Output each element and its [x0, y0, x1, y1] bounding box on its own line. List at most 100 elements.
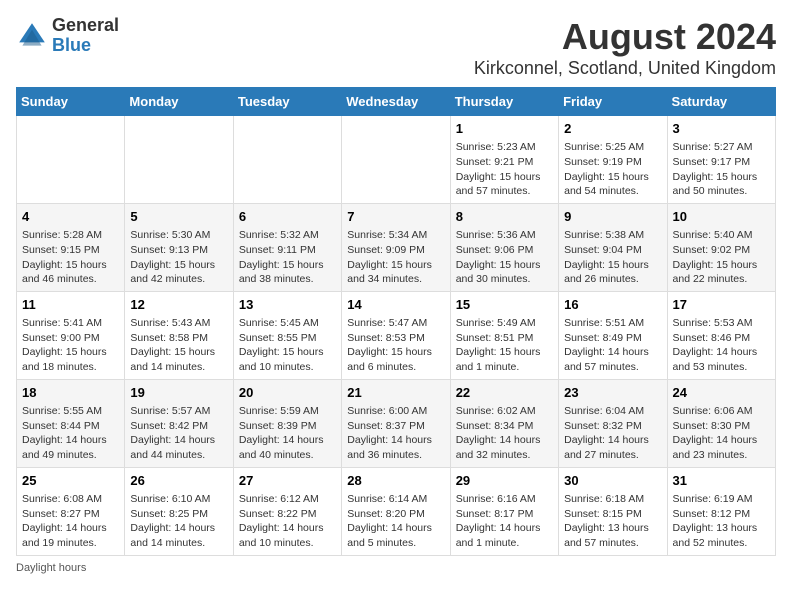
day-number: 24: [673, 384, 770, 402]
calendar-week-row: 11 Sunrise: 5:41 AM Sunset: 9:00 PM Dayli…: [17, 291, 776, 379]
day-info: Sunrise: 5:43 AM Sunset: 8:58 PM Dayligh…: [130, 316, 227, 375]
day-info: Sunrise: 6:19 AM Sunset: 8:12 PM Dayligh…: [673, 492, 770, 551]
calendar-cell: 8Sunrise: 5:36 AM Sunset: 9:06 PM Daylig…: [450, 203, 558, 291]
column-header-tuesday: Tuesday: [233, 88, 341, 116]
calendar-cell: 11 Sunrise: 5:41 AM Sunset: 9:00 PM Dayli…: [17, 291, 125, 379]
column-header-wednesday: Wednesday: [342, 88, 450, 116]
day-number: 30: [564, 472, 661, 490]
calendar-cell: [125, 116, 233, 204]
column-header-friday: Friday: [559, 88, 667, 116]
calendar-week-row: 1 Sunrise: 5:23 AM Sunset: 9:21 PM Daylig…: [17, 116, 776, 204]
calendar-cell: 22 Sunrise: 6:02 AM Sunset: 8:34 PM Dayli…: [450, 379, 558, 467]
day-number: 12: [130, 296, 227, 314]
day-number: 18: [22, 384, 119, 402]
day-info: Sunrise: 5:41 AM Sunset: 9:00 PM Dayligh…: [22, 316, 119, 375]
logo-icon: [16, 20, 48, 52]
calendar-cell: 10 Sunrise: 5:40 AM Sunset: 9:02 PM Dayli…: [667, 203, 775, 291]
calendar-cell: 21Sunrise: 6:00 AM Sunset: 8:37 PM Dayli…: [342, 379, 450, 467]
day-number: 31: [673, 472, 770, 490]
calendar-header-row: SundayMondayTuesdayWednesdayThursdayFrid…: [17, 88, 776, 116]
calendar-cell: 18 Sunrise: 5:55 AM Sunset: 8:44 PM Dayli…: [17, 379, 125, 467]
calendar-cell: 15 Sunrise: 5:49 AM Sunset: 8:51 PM Dayli…: [450, 291, 558, 379]
calendar-cell: 20Sunrise: 5:59 AM Sunset: 8:39 PM Dayli…: [233, 379, 341, 467]
column-header-sunday: Sunday: [17, 88, 125, 116]
calendar-cell: 12 Sunrise: 5:43 AM Sunset: 8:58 PM Dayli…: [125, 291, 233, 379]
day-number: 15: [456, 296, 553, 314]
calendar-cell: 9 Sunrise: 5:38 AM Sunset: 9:04 PM Daylig…: [559, 203, 667, 291]
day-info: Sunrise: 6:02 AM Sunset: 8:34 PM Dayligh…: [456, 404, 553, 463]
page-header: General Blue August 2024 Kirkconnel, Sco…: [16, 16, 776, 79]
day-info: Sunrise: 5:51 AM Sunset: 8:49 PM Dayligh…: [564, 316, 661, 375]
day-number: 21: [347, 384, 444, 402]
column-header-monday: Monday: [125, 88, 233, 116]
calendar-week-row: 25Sunrise: 6:08 AM Sunset: 8:27 PM Dayli…: [17, 467, 776, 555]
day-info: Sunrise: 6:04 AM Sunset: 8:32 PM Dayligh…: [564, 404, 661, 463]
calendar-cell: 14 Sunrise: 5:47 AM Sunset: 8:53 PM Dayli…: [342, 291, 450, 379]
title-block: August 2024 Kirkconnel, Scotland, United…: [474, 16, 776, 79]
calendar-week-row: 4 Sunrise: 5:28 AM Sunset: 9:15 PM Daylig…: [17, 203, 776, 291]
day-number: 19: [130, 384, 227, 402]
logo-text: General Blue: [52, 16, 119, 56]
calendar-cell: 19Sunrise: 5:57 AM Sunset: 8:42 PM Dayli…: [125, 379, 233, 467]
day-info: Sunrise: 5:28 AM Sunset: 9:15 PM Dayligh…: [22, 228, 119, 287]
calendar-cell: 13Sunrise: 5:45 AM Sunset: 8:55 PM Dayli…: [233, 291, 341, 379]
calendar-cell: 30Sunrise: 6:18 AM Sunset: 8:15 PM Dayli…: [559, 467, 667, 555]
day-number: 26: [130, 472, 227, 490]
day-info: Sunrise: 5:23 AM Sunset: 9:21 PM Dayligh…: [456, 140, 553, 199]
day-info: Sunrise: 5:47 AM Sunset: 8:53 PM Dayligh…: [347, 316, 444, 375]
calendar-cell: 28 Sunrise: 6:14 AM Sunset: 8:20 PM Dayli…: [342, 467, 450, 555]
calendar-cell: 3Sunrise: 5:27 AM Sunset: 9:17 PM Daylig…: [667, 116, 775, 204]
calendar-table: SundayMondayTuesdayWednesdayThursdayFrid…: [16, 87, 776, 556]
calendar-cell: 4 Sunrise: 5:28 AM Sunset: 9:15 PM Daylig…: [17, 203, 125, 291]
calendar-subtitle: Kirkconnel, Scotland, United Kingdom: [474, 58, 776, 79]
day-number: 5: [130, 208, 227, 226]
calendar-cell: [342, 116, 450, 204]
calendar-cell: 7Sunrise: 5:34 AM Sunset: 9:09 PM Daylig…: [342, 203, 450, 291]
day-info: Sunrise: 6:10 AM Sunset: 8:25 PM Dayligh…: [130, 492, 227, 551]
day-number: 28: [347, 472, 444, 490]
day-info: Sunrise: 5:53 AM Sunset: 8:46 PM Dayligh…: [673, 316, 770, 375]
calendar-cell: 5 Sunrise: 5:30 AM Sunset: 9:13 PM Daylig…: [125, 203, 233, 291]
day-info: Sunrise: 6:12 AM Sunset: 8:22 PM Dayligh…: [239, 492, 336, 551]
column-header-saturday: Saturday: [667, 88, 775, 116]
day-number: 14: [347, 296, 444, 314]
logo: General Blue: [16, 16, 119, 56]
day-number: 16: [564, 296, 661, 314]
calendar-cell: 17Sunrise: 5:53 AM Sunset: 8:46 PM Dayli…: [667, 291, 775, 379]
day-number: 9: [564, 208, 661, 226]
day-number: 22: [456, 384, 553, 402]
day-info: Sunrise: 5:36 AM Sunset: 9:06 PM Dayligh…: [456, 228, 553, 287]
day-info: Sunrise: 6:16 AM Sunset: 8:17 PM Dayligh…: [456, 492, 553, 551]
calendar-cell: [17, 116, 125, 204]
day-number: 6: [239, 208, 336, 226]
calendar-cell: 2Sunrise: 5:25 AM Sunset: 9:19 PM Daylig…: [559, 116, 667, 204]
day-info: Sunrise: 6:08 AM Sunset: 8:27 PM Dayligh…: [22, 492, 119, 551]
calendar-week-row: 18 Sunrise: 5:55 AM Sunset: 8:44 PM Dayli…: [17, 379, 776, 467]
day-info: Sunrise: 5:59 AM Sunset: 8:39 PM Dayligh…: [239, 404, 336, 463]
day-info: Sunrise: 5:49 AM Sunset: 8:51 PM Dayligh…: [456, 316, 553, 375]
day-info: Sunrise: 5:55 AM Sunset: 8:44 PM Dayligh…: [22, 404, 119, 463]
calendar-cell: 27Sunrise: 6:12 AM Sunset: 8:22 PM Dayli…: [233, 467, 341, 555]
day-info: Sunrise: 5:30 AM Sunset: 9:13 PM Dayligh…: [130, 228, 227, 287]
day-info: Sunrise: 5:38 AM Sunset: 9:04 PM Dayligh…: [564, 228, 661, 287]
calendar-cell: 24 Sunrise: 6:06 AM Sunset: 8:30 PM Dayli…: [667, 379, 775, 467]
calendar-title: August 2024: [474, 16, 776, 58]
day-info: Sunrise: 6:14 AM Sunset: 8:20 PM Dayligh…: [347, 492, 444, 551]
day-number: 4: [22, 208, 119, 226]
day-number: 11: [22, 296, 119, 314]
calendar-cell: 29 Sunrise: 6:16 AM Sunset: 8:17 PM Dayli…: [450, 467, 558, 555]
calendar-cell: 16 Sunrise: 5:51 AM Sunset: 8:49 PM Dayli…: [559, 291, 667, 379]
column-header-thursday: Thursday: [450, 88, 558, 116]
calendar-cell: 25Sunrise: 6:08 AM Sunset: 8:27 PM Dayli…: [17, 467, 125, 555]
day-number: 29: [456, 472, 553, 490]
day-info: Sunrise: 5:34 AM Sunset: 9:09 PM Dayligh…: [347, 228, 444, 287]
day-number: 23: [564, 384, 661, 402]
day-number: 10: [673, 208, 770, 226]
day-info: Sunrise: 5:40 AM Sunset: 9:02 PM Dayligh…: [673, 228, 770, 287]
day-info: Sunrise: 6:06 AM Sunset: 8:30 PM Dayligh…: [673, 404, 770, 463]
day-info: Sunrise: 5:27 AM Sunset: 9:17 PM Dayligh…: [673, 140, 770, 199]
footer: Daylight hours: [16, 562, 776, 574]
calendar-cell: 23 Sunrise: 6:04 AM Sunset: 8:32 PM Dayli…: [559, 379, 667, 467]
day-number: 2: [564, 120, 661, 138]
day-number: 1: [456, 120, 553, 138]
